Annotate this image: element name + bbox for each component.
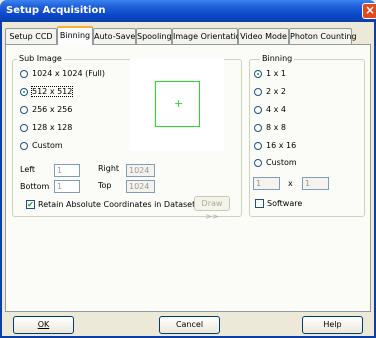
radio-icon	[254, 159, 262, 167]
sub-image-option-512[interactable]: 512 x 512	[20, 86, 74, 98]
left-label: Left	[20, 165, 36, 174]
radio-selected-icon	[254, 70, 262, 78]
radio-icon	[254, 142, 262, 150]
binning-option-custom[interactable]: Custom	[254, 157, 297, 169]
ok-label: OK	[37, 320, 50, 329]
sub-image-option-128[interactable]: 128 x 128	[20, 122, 72, 134]
retain-coordinates-checkbox[interactable]: ✔	[26, 200, 35, 209]
binning-option-8x8[interactable]: 8 x 8	[254, 122, 286, 134]
retain-coordinates-label: Retain Absolute Coordinates in Dataset	[38, 200, 196, 209]
radio-icon	[254, 88, 262, 96]
left-field[interactable]: 1	[54, 164, 80, 177]
binning-group	[249, 59, 365, 217]
binning-custom-y-field[interactable]: 1	[302, 177, 329, 190]
software-binning-label: Software	[267, 199, 303, 208]
binning-group-label: Binning	[260, 54, 295, 64]
tab-spooling[interactable]: Spooling	[136, 28, 172, 44]
ok-button[interactable]: OK	[13, 316, 74, 334]
radio-icon	[20, 106, 28, 114]
tab-binning[interactable]: Binning	[57, 26, 93, 45]
tab-image-orientation[interactable]: Image Orientation	[172, 28, 246, 44]
binning-x-separator: x	[288, 179, 293, 188]
right-field[interactable]: 1024	[126, 164, 155, 177]
radio-icon	[254, 124, 262, 132]
bottom-field[interactable]: 1	[54, 180, 80, 193]
radio-icon	[254, 106, 262, 114]
cancel-button[interactable]: Cancel	[159, 316, 220, 334]
tab-video-mode[interactable]: Video Mode	[238, 28, 289, 44]
sub-image-option-256[interactable]: 256 x 256	[20, 104, 72, 116]
binning-option-16x16[interactable]: 16 x 16	[254, 140, 296, 152]
software-binning-checkbox[interactable]	[255, 199, 264, 208]
window-title: Setup Acquisition	[6, 5, 106, 16]
help-button[interactable]: Help	[302, 316, 363, 334]
right-label: Right	[98, 164, 120, 173]
close-icon[interactable]: ×	[362, 3, 376, 19]
binning-option-4x4[interactable]: 4 x 4	[254, 104, 286, 116]
binning-option-1x1[interactable]: 1 x 1	[254, 68, 286, 80]
sub-image-group-label: Sub Image	[17, 54, 64, 64]
radio-selected-icon	[20, 88, 28, 96]
bottom-label: Bottom	[20, 182, 50, 191]
roi-center-crosshair: +	[174, 97, 184, 110]
top-field[interactable]: 1024	[126, 180, 155, 193]
draw-button[interactable]: Draw >>	[194, 196, 230, 221]
tab-auto-save[interactable]: Auto-Save	[93, 28, 136, 44]
top-label: Top	[98, 181, 112, 190]
binning-option-2x2[interactable]: 2 x 2	[254, 86, 286, 98]
tab-setup-ccd[interactable]: Setup CCD	[5, 28, 57, 44]
radio-icon	[20, 70, 28, 78]
radio-icon	[20, 124, 28, 132]
tab-photon-counting[interactable]: Photon Counting	[289, 28, 357, 44]
sub-image-option-full[interactable]: 1024 x 1024 (Full)	[20, 68, 105, 80]
radio-icon	[20, 142, 28, 150]
binning-custom-x-field[interactable]: 1	[253, 177, 280, 190]
sub-image-option-custom[interactable]: Custom	[20, 140, 63, 152]
